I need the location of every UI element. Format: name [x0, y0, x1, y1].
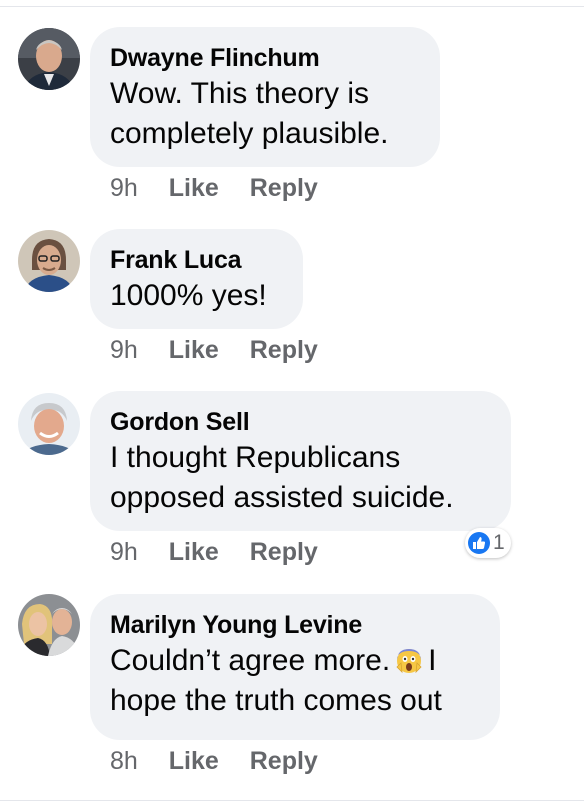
comment-text-line: I thought Republicans [110, 441, 401, 474]
reply-button[interactable]: Reply [250, 336, 318, 364]
comment-author[interactable]: Marilyn Young Levine [110, 610, 480, 641]
avatar[interactable] [18, 393, 80, 455]
top-divider [0, 6, 584, 7]
avatar[interactable] [18, 230, 80, 292]
reply-button[interactable]: Reply [250, 174, 318, 202]
comment-timestamp[interactable]: 8h [110, 747, 138, 775]
comment-text-line: hope the truth comes out [110, 684, 442, 717]
comment-text-line: 1000% yes! [110, 279, 267, 312]
comment-text-line: Wow. This theory is [110, 77, 369, 110]
comment-meta: 8h Like Reply [110, 746, 342, 776]
reply-button[interactable]: Reply [250, 538, 318, 566]
comment-text: Couldn’t agree more. [110, 644, 391, 677]
comment-timestamp[interactable]: 9h [110, 336, 138, 364]
comment-text-line: completely plausible. [110, 117, 389, 150]
comment-timestamp[interactable]: 9h [110, 538, 138, 566]
comment-timestamp[interactable]: 9h [110, 174, 138, 202]
reaction-count: 1 [493, 531, 505, 554]
reply-button[interactable]: Reply [250, 747, 318, 775]
comment-text-line: Couldn’t agree more. I [110, 641, 480, 681]
comment-meta: 9h Like Reply [110, 335, 342, 365]
comment-bubble: Marilyn Young Levine Couldn’t agree more… [90, 594, 500, 740]
comment-author[interactable]: Frank Luca [110, 245, 283, 276]
reaction-summary[interactable]: 1 [465, 528, 511, 558]
comment-text-line: opposed assisted suicide. [110, 481, 454, 514]
avatar[interactable] [18, 594, 80, 656]
like-button[interactable]: Like [169, 747, 219, 775]
comment-meta: 9h Like Reply [110, 173, 342, 203]
comment-bubble: Dwayne Flinchum Wow. This theory is comp… [90, 27, 440, 167]
comment-bubble: Gordon Sell I thought Republicans oppose… [90, 391, 511, 531]
like-button[interactable]: Like [169, 336, 219, 364]
bottom-divider [0, 800, 584, 801]
comment-author[interactable]: Gordon Sell [110, 407, 491, 438]
like-button[interactable]: Like [169, 174, 219, 202]
like-icon [468, 532, 490, 554]
comment-text: I [428, 644, 437, 677]
like-button[interactable]: Like [169, 538, 219, 566]
comment-bubble: Frank Luca 1000% yes! [90, 229, 303, 329]
avatar[interactable] [18, 28, 80, 90]
comment-author[interactable]: Dwayne Flinchum [110, 43, 420, 74]
comment-meta: 9h Like Reply [110, 537, 342, 567]
screaming-face-emoji-icon [394, 645, 424, 675]
